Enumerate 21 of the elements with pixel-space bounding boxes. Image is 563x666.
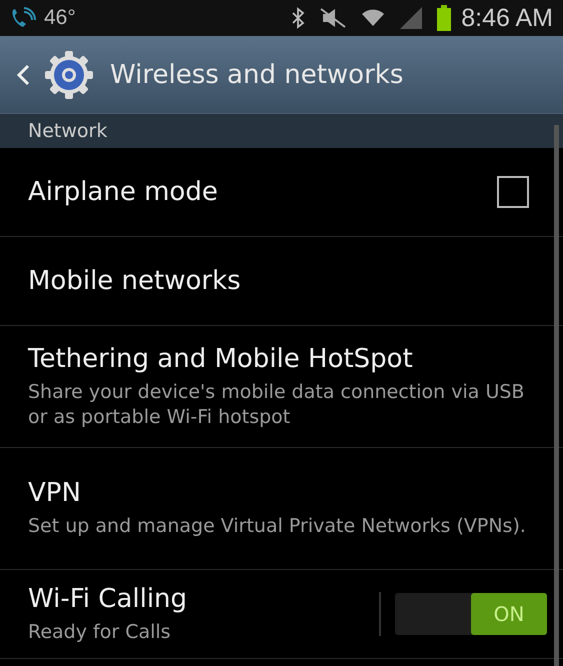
item-title: Wi-Fi Calling <box>28 584 188 614</box>
item-summary: Ready for Calls <box>28 620 172 644</box>
section-title: Network <box>28 120 108 142</box>
temperature: 46° <box>44 6 76 30</box>
checkbox[interactable] <box>497 176 529 208</box>
mute-icon <box>319 7 348 29</box>
item-summary: Share your device's mobile data connection via USB or as portable Wi-Fi hotspot <box>28 380 526 430</box>
clock: 8:46 AM <box>461 4 553 32</box>
signal-icon <box>399 6 424 30</box>
item-summary: Set up and manage Virtual Private Networks (VPNs). <box>28 514 527 539</box>
screen-title: Wireless and networks <box>110 60 404 90</box>
item-title: VPN <box>28 478 82 508</box>
list-item[interactable]: Wi-Fi Calling Ready for Calls ON <box>0 570 563 659</box>
item-title: Mobile networks <box>28 266 242 296</box>
item-title: Tethering and Mobile HotSpot <box>28 344 414 374</box>
back-icon[interactable] <box>16 64 30 86</box>
wifi-call-icon <box>10 6 36 30</box>
battery-icon <box>437 5 452 31</box>
gear-icon <box>44 50 94 100</box>
item-title: Airplane mode <box>28 177 219 207</box>
bluetooth-icon <box>291 7 306 29</box>
